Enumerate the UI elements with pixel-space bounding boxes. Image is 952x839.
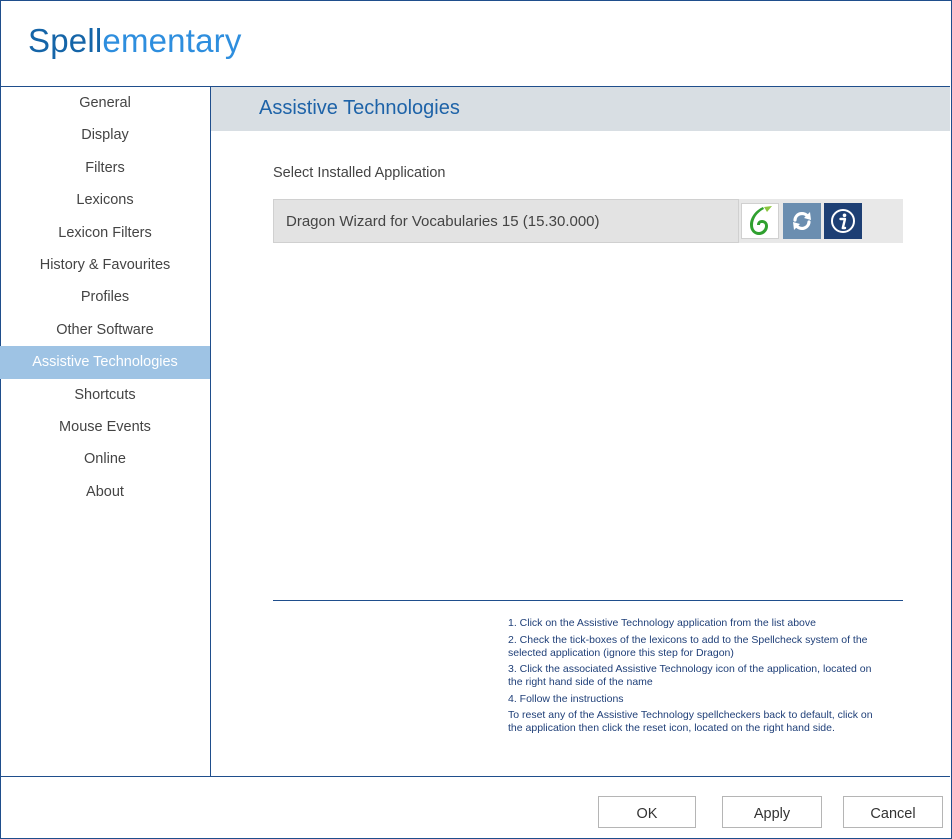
- instruction-step-2: 2. Check the tick-boxes of the lexicons …: [508, 633, 868, 659]
- sidebar-item-general[interactable]: General: [0, 87, 210, 119]
- dialog-footer: OK Apply Cancel: [0, 776, 950, 839]
- section-header: Assistive Technologies: [211, 87, 950, 131]
- sidebar-item-filters[interactable]: Filters: [0, 152, 210, 184]
- sidebar-item-online[interactable]: Online: [0, 443, 210, 475]
- app-logo-title: Spellementary: [28, 22, 242, 59]
- instructions-text: 1. Click on the Assistive Technology app…: [508, 617, 888, 739]
- sidebar-item-display[interactable]: Display: [0, 119, 210, 151]
- sidebar-item-lexicon-filters[interactable]: Lexicon Filters: [0, 217, 210, 249]
- instruction-step-3: 3. Click the associated Assistive Techno…: [508, 663, 872, 688]
- instructions-divider: [273, 600, 903, 601]
- select-application-label: Select Installed Application: [273, 165, 446, 181]
- sidebar-item-assistive-technologies[interactable]: Assistive Technologies: [0, 346, 210, 379]
- instruction-reset-note: To reset any of the Assistive Technology…: [508, 709, 873, 734]
- refresh-glyph-icon: [793, 211, 811, 231]
- ok-button[interactable]: OK: [598, 796, 696, 828]
- sidebar-item-history-favourites[interactable]: History & Favourites: [0, 249, 210, 281]
- cancel-button[interactable]: Cancel: [843, 796, 943, 828]
- info-icon[interactable]: [824, 203, 862, 239]
- sidebar-item-about[interactable]: About: [0, 476, 210, 508]
- sidebar-item-other-software[interactable]: Other Software: [0, 314, 210, 346]
- sidebar-item-lexicons[interactable]: Lexicons: [0, 184, 210, 216]
- page-title: Assistive Technologies: [259, 97, 460, 119]
- instruction-step-1: 1. Click on the Assistive Technology app…: [508, 617, 816, 629]
- sidebar-nav-list: General Display Filters Lexicons Lexicon…: [0, 87, 210, 508]
- sidebar-item-profiles[interactable]: Profiles: [0, 281, 210, 313]
- sidebar-item-mouse-events[interactable]: Mouse Events: [0, 411, 210, 443]
- dragon-logo-icon: [750, 206, 772, 235]
- settings-sidebar: General Display Filters Lexicons Lexicon…: [0, 87, 211, 776]
- main-panel: Assistive Technologies Select Installed …: [211, 87, 950, 776]
- instruction-step-4: 4. Follow the instructions: [508, 692, 624, 705]
- apply-button[interactable]: Apply: [722, 796, 822, 828]
- dragon-icon[interactable]: [741, 203, 779, 239]
- application-name[interactable]: Dragon Wizard for Vocabularies 15 (15.30…: [273, 199, 739, 243]
- reset-icon[interactable]: [783, 203, 821, 239]
- title-bar: Spellementary: [0, 0, 950, 87]
- application-list-item: Dragon Wizard for Vocabularies 15 (15.30…: [273, 199, 903, 243]
- info-glyph-icon: [831, 209, 855, 233]
- sidebar-item-shortcuts[interactable]: Shortcuts: [0, 379, 210, 411]
